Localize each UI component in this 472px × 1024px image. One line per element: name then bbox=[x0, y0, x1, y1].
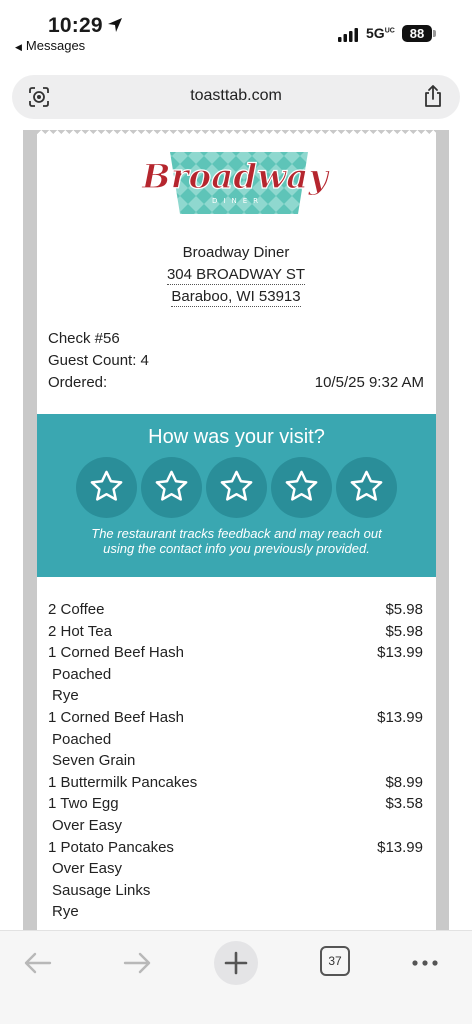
address-line-2-link[interactable]: Baraboo, WI 53913 bbox=[171, 288, 301, 307]
rating-star-3[interactable] bbox=[206, 457, 267, 518]
check-number: Check #56 bbox=[48, 330, 120, 347]
address-line-2[interactable]: Baraboo, WI 53913 bbox=[0, 288, 472, 307]
feedback-note-line-2: using the contact info you previously pr… bbox=[103, 541, 370, 556]
forward-arrow-icon[interactable] bbox=[115, 941, 159, 985]
feedback-note-line-1: The restaurant tracks feedback and may r… bbox=[91, 526, 382, 541]
feedback-title: How was your visit? bbox=[148, 426, 325, 448]
item-description: 1 Corned Beef Hash bbox=[48, 708, 184, 726]
back-arrow-icon[interactable] bbox=[16, 941, 60, 985]
back-app-label: Messages bbox=[25, 38, 86, 53]
address-line-1-link[interactable]: 304 BROADWAY ST bbox=[166, 266, 306, 285]
network-indicator: 5GUC bbox=[366, 25, 395, 41]
back-to-app-link[interactable]: ◀ Messages bbox=[15, 38, 85, 53]
star-rating bbox=[76, 457, 398, 519]
item-row: 2 Hot Tea $5.98 bbox=[48, 623, 423, 645]
battery-tip bbox=[433, 30, 436, 37]
restaurant-logo: Broadway DINER bbox=[140, 152, 330, 214]
cellular-signal-icon bbox=[338, 28, 358, 42]
item-modifier: Over Easy bbox=[52, 860, 123, 878]
item-description: 1 Buttermilk Pancakes bbox=[48, 773, 198, 791]
star-icon bbox=[220, 470, 253, 501]
item-modifier-row: Seven Grain bbox=[48, 752, 423, 774]
network-sup: UC bbox=[384, 27, 395, 35]
item-description: 1 Corned Beef Hash bbox=[48, 644, 184, 662]
status-time: 10:29 bbox=[48, 14, 103, 37]
item-row: 1 Corned Beef Hash $13.99 bbox=[48, 709, 423, 731]
item-modifier-row: Poached bbox=[48, 731, 423, 753]
logo-subtext: DINER bbox=[212, 197, 264, 205]
item-modifier-row: Poached bbox=[48, 666, 423, 688]
share-icon[interactable] bbox=[422, 84, 444, 108]
logo-text: Broadway bbox=[141, 157, 330, 197]
status-bar: 10:29 ◀ Messages 5GUC 88 bbox=[0, 0, 472, 62]
order-items-list: 2 Coffee $5.98 2 Hot Tea $5.98 1 Corned Beef… bbox=[48, 601, 423, 925]
url-text[interactable]: toasttab.com bbox=[12, 87, 460, 105]
star-icon bbox=[90, 470, 123, 501]
item-modifier: Seven Grain bbox=[52, 752, 136, 770]
battery-indicator: 88 bbox=[402, 25, 432, 42]
item-price: $13.99 bbox=[377, 838, 423, 856]
item-modifier-row: Over Easy bbox=[48, 860, 423, 882]
item-row: 1 Buttermilk Pancakes $8.99 bbox=[48, 774, 423, 796]
item-modifier-row: Rye bbox=[48, 903, 423, 925]
item-row: 2 Coffee $5.98 bbox=[48, 601, 423, 623]
item-price: $8.99 bbox=[385, 773, 423, 791]
item-description: 1 Two Egg bbox=[48, 795, 119, 813]
item-modifier-row: Over Easy bbox=[48, 817, 423, 839]
item-price: $13.99 bbox=[377, 644, 423, 662]
guest-count: Guest Count: 4 bbox=[48, 352, 149, 369]
network-label: 5G bbox=[366, 25, 385, 41]
receipt-tear-edge bbox=[37, 130, 436, 136]
item-description: 2 Hot Tea bbox=[48, 622, 112, 640]
item-modifier: Poached bbox=[52, 665, 112, 683]
ordered-date: 10/5/25 9:32 AM bbox=[314, 374, 424, 391]
address-line-1[interactable]: 304 BROADWAY ST bbox=[0, 266, 472, 285]
restaurant-name: Broadway Diner bbox=[182, 244, 290, 261]
item-modifier: Rye bbox=[52, 903, 79, 921]
tabs-button[interactable]: 37 bbox=[314, 941, 358, 985]
rating-star-2[interactable] bbox=[141, 457, 202, 518]
item-price: $5.98 bbox=[385, 622, 423, 640]
item-modifier: Sausage Links bbox=[52, 881, 151, 899]
tabs-icon: 37 bbox=[320, 946, 350, 976]
feedback-panel: How was your visit? The restaurant track… bbox=[37, 414, 436, 577]
item-price: $3.58 bbox=[385, 795, 423, 813]
plus-icon bbox=[224, 951, 248, 975]
star-icon bbox=[350, 470, 383, 501]
item-row: 1 Two Egg $3.58 bbox=[48, 795, 423, 817]
location-arrow-icon bbox=[108, 18, 122, 32]
item-modifier: Over Easy bbox=[52, 816, 123, 834]
rating-star-4[interactable] bbox=[271, 457, 332, 518]
item-modifier-row: Sausage Links bbox=[48, 882, 423, 904]
item-price: $5.98 bbox=[385, 601, 423, 618]
item-price: $13.99 bbox=[377, 708, 423, 726]
ordered-label: Ordered: bbox=[48, 374, 108, 391]
item-modifier-row: Rye bbox=[48, 687, 423, 709]
star-icon bbox=[155, 470, 188, 501]
feedback-note: The restaurant tracks feedback and may r… bbox=[37, 526, 436, 556]
item-description: 2 Coffee bbox=[48, 601, 105, 618]
item-row: 1 Potato Pancakes $13.99 bbox=[48, 839, 423, 861]
star-icon bbox=[285, 470, 318, 501]
item-row: 1 Corned Beef Hash $13.99 bbox=[48, 644, 423, 666]
item-modifier: Poached bbox=[52, 730, 112, 748]
new-tab-button[interactable] bbox=[214, 941, 258, 985]
more-icon[interactable] bbox=[403, 941, 447, 985]
address-bar[interactable]: toasttab.com bbox=[12, 75, 460, 119]
item-description: 1 Potato Pancakes bbox=[48, 838, 174, 856]
rating-star-1[interactable] bbox=[76, 457, 137, 518]
back-triangle-icon: ◀ bbox=[15, 42, 22, 52]
rating-star-5[interactable] bbox=[336, 457, 397, 518]
browser-toolbar: 37 bbox=[0, 930, 472, 1024]
item-modifier: Rye bbox=[52, 687, 79, 705]
